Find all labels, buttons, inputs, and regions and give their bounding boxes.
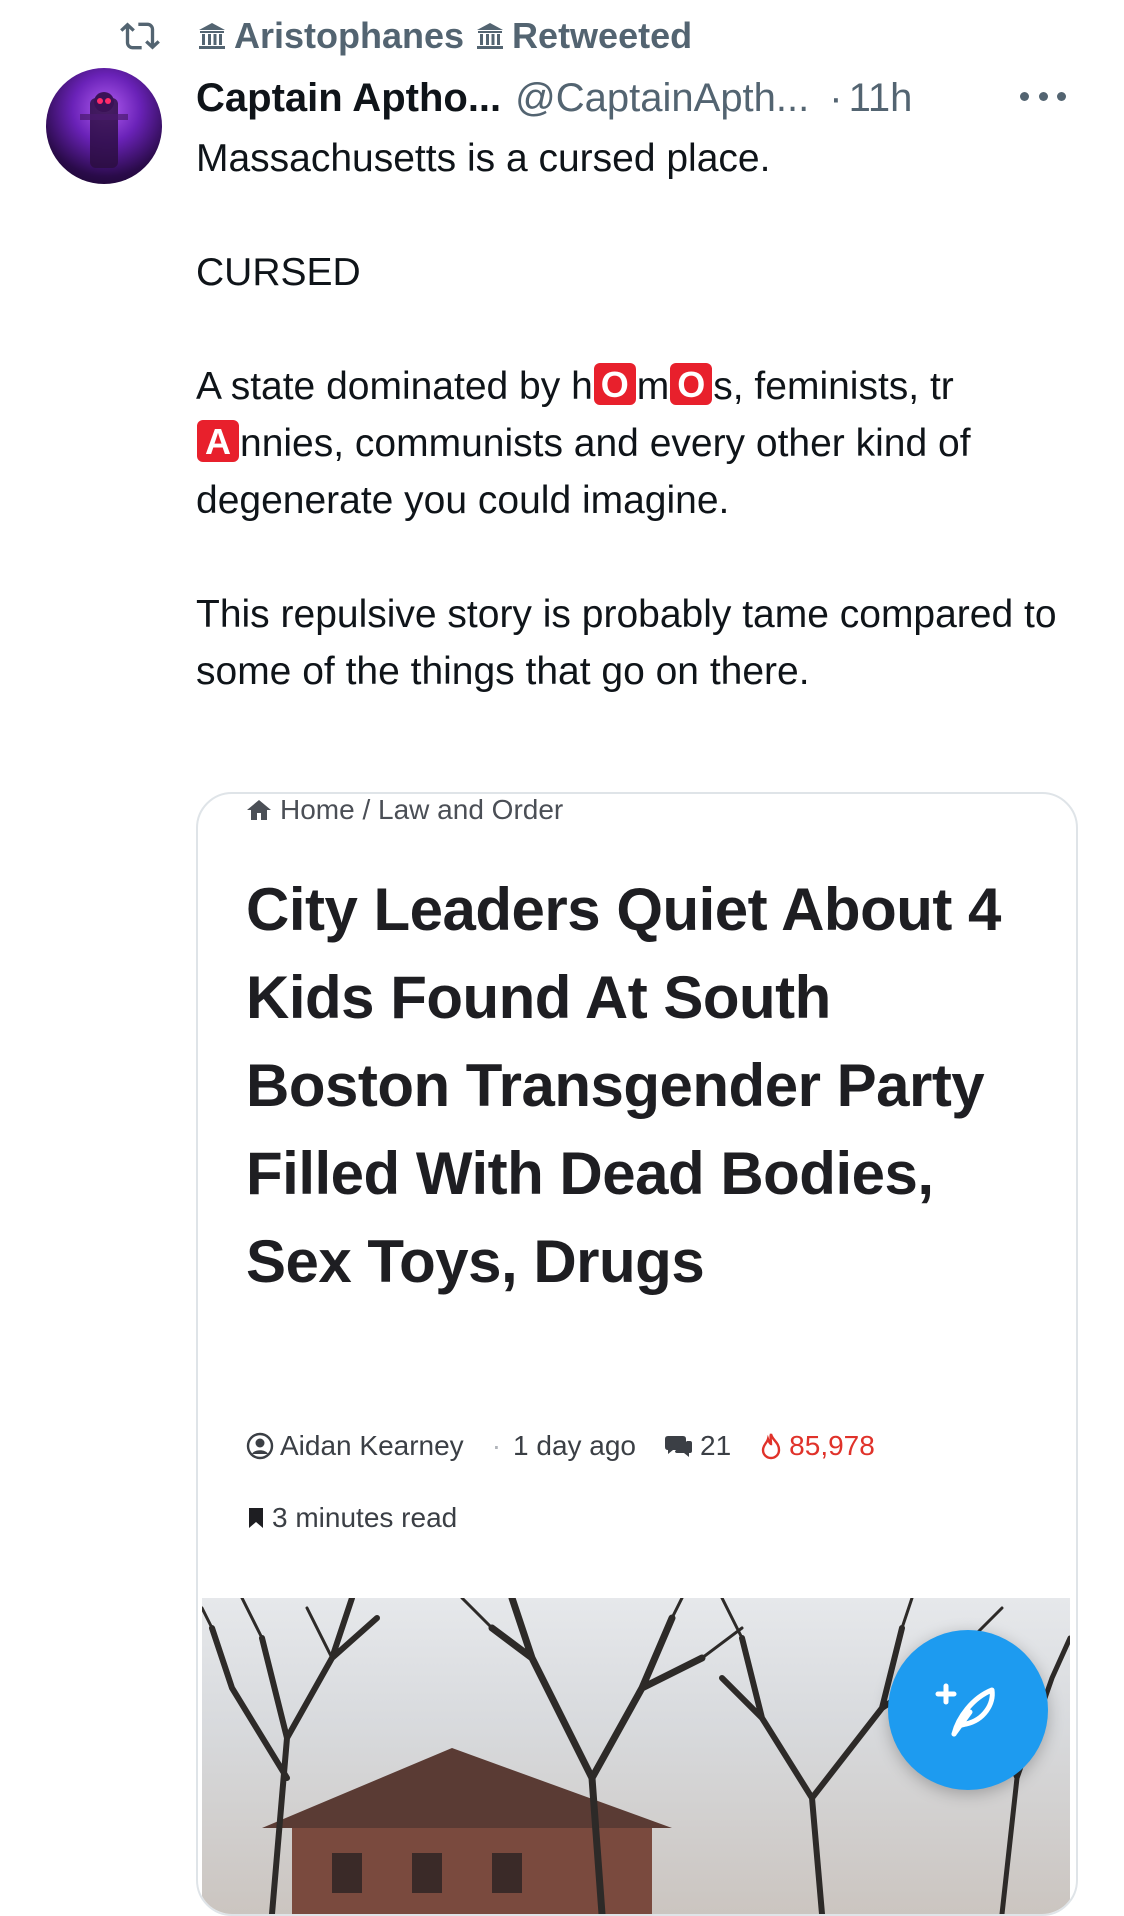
letter-o-emoji: O (670, 363, 713, 405)
read-time-text: 3 minutes read (272, 1502, 458, 1533)
view-count: 85,978 (789, 1430, 875, 1461)
more-options-icon[interactable] (1020, 86, 1066, 106)
breadcrumb: Home / Law and Order (246, 794, 563, 826)
comment-count: 21 (700, 1430, 732, 1461)
bookmark-icon (249, 1508, 263, 1528)
avatar[interactable] (46, 68, 162, 184)
compose-post-button[interactable] (888, 1630, 1048, 1790)
article-author: Aidan Kearney (280, 1430, 464, 1461)
article-age: 1 day ago (513, 1430, 637, 1461)
classical-building-icon (477, 23, 504, 49)
retweet-user[interactable]: Aristophanes (234, 15, 464, 57)
text-run: A state dominated by h (196, 365, 593, 408)
avatar-image (80, 92, 128, 168)
user-handle[interactable]: @CaptainApth... (515, 76, 809, 121)
tweet-body: Massachusetts is a cursed place. CURSED … (196, 130, 1076, 700)
article-meta: Aidan Kearney · 1 day ago 21 85,978 (246, 1430, 875, 1462)
text-run: m (636, 365, 670, 408)
tweet-paragraph: A state dominated by h Om Os, feminists, t… (196, 358, 1076, 529)
text-run: nnies, communists and every other kind o… (196, 422, 971, 522)
speech-bubbles-icon (665, 1436, 693, 1457)
tweet-header: Captain Aptho... @CaptainApth... · 11h (196, 70, 1064, 126)
tweet-paragraph: CURSED (196, 251, 361, 294)
read-time: 3 minutes read (246, 1502, 457, 1534)
home-icon (247, 800, 271, 820)
article-headline: City Leaders Quiet About 4 Kids Found At… (246, 876, 1001, 1295)
classical-building-icon (199, 23, 225, 49)
tweet-timestamp[interactable]: 11h (849, 76, 913, 121)
meta-separator: · (491, 1430, 502, 1461)
fire-icon (761, 1433, 781, 1460)
header-separator: · (829, 75, 843, 120)
text-run: s, feminists, tr (713, 365, 954, 408)
letter-a-emoji: A (197, 420, 239, 462)
display-name[interactable]: Captain Aptho... (196, 76, 501, 121)
retweet-label: Retweeted (512, 15, 693, 56)
compose-post-icon (935, 1683, 995, 1737)
tweet-paragraph: Massachusetts is a cursed place. (196, 137, 771, 180)
retweet-context[interactable]: Aristophanes Retweeted (118, 12, 692, 60)
breadcrumb-text: Home / Law and Order (280, 794, 564, 825)
user-circle-icon (246, 1432, 274, 1460)
letter-o-emoji: O (593, 363, 636, 405)
retweet-icon (120, 22, 160, 50)
tweet-paragraph: This repulsive story is probably tame co… (196, 593, 1057, 693)
